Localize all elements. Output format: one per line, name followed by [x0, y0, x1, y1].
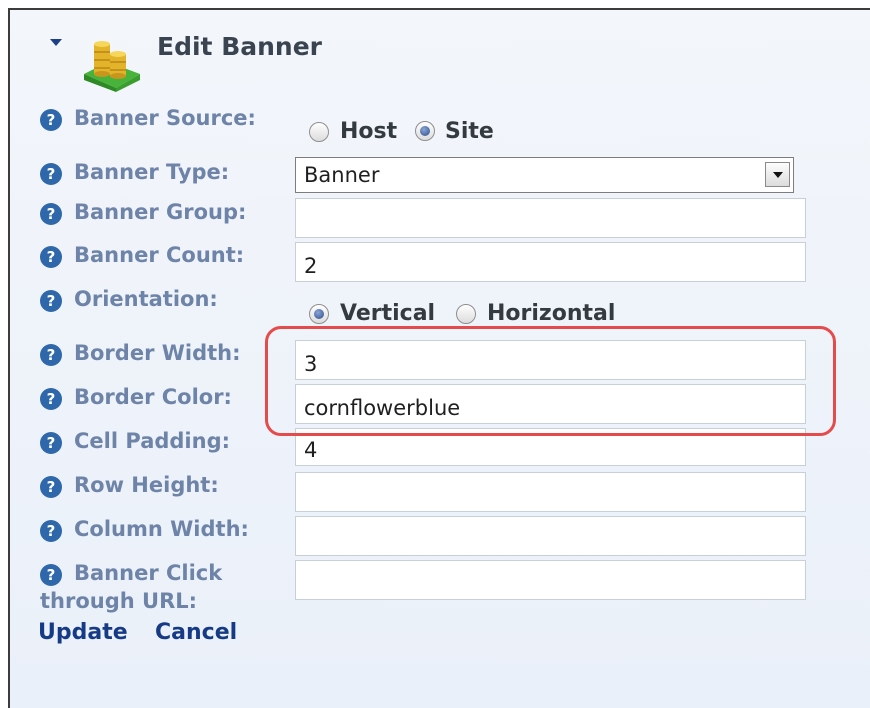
- click-url-input[interactable]: [295, 560, 806, 600]
- banner-count-label: Banner Count:: [74, 243, 245, 267]
- collapse-arrow-icon[interactable]: [50, 39, 62, 46]
- row-height-label: Row Height:: [74, 473, 219, 497]
- banner-type-value: Banner: [304, 163, 380, 187]
- border-width-label: Border Width:: [74, 341, 241, 365]
- border-width-input[interactable]: 3: [295, 340, 806, 380]
- orientation-label: Orientation:: [74, 287, 218, 311]
- help-icon[interactable]: ?: [40, 163, 62, 185]
- help-icon[interactable]: ?: [40, 344, 62, 366]
- banner-source-label: Banner Source:: [74, 106, 256, 130]
- border-color-input[interactable]: cornflowerblue: [295, 384, 806, 424]
- help-icon[interactable]: ?: [40, 476, 62, 498]
- click-url-label-line2: through URL:: [40, 589, 198, 613]
- banner-group-input[interactable]: [295, 198, 806, 238]
- banner-count-input[interactable]: 2: [295, 242, 806, 282]
- help-icon[interactable]: ?: [40, 290, 62, 312]
- radio-host[interactable]: [309, 122, 329, 142]
- banner-type-select[interactable]: Banner: [295, 157, 794, 193]
- radio-horizontal-label: Horizontal: [487, 301, 616, 326]
- click-url-label-line1: Banner Click: [74, 561, 223, 585]
- banner-group-label: Banner Group:: [74, 200, 247, 224]
- help-icon[interactable]: ?: [40, 388, 62, 410]
- radio-horizontal[interactable]: [456, 304, 476, 324]
- cell-padding-input[interactable]: 4: [295, 428, 806, 466]
- radio-vertical-label: Vertical: [340, 301, 436, 326]
- cancel-link[interactable]: Cancel: [155, 620, 237, 645]
- radio-host-label: Host: [340, 119, 398, 144]
- coins-stack-icon: [84, 41, 140, 92]
- radio-site[interactable]: [415, 121, 435, 141]
- help-icon[interactable]: ?: [40, 203, 62, 225]
- column-width-label: Column Width:: [74, 517, 249, 541]
- help-icon[interactable]: ?: [40, 564, 62, 586]
- help-icon[interactable]: ?: [40, 520, 62, 542]
- help-icon[interactable]: ?: [40, 432, 62, 454]
- help-icon[interactable]: ?: [40, 246, 62, 268]
- page-title: Edit Banner: [157, 32, 323, 61]
- update-link[interactable]: Update: [38, 620, 128, 645]
- column-width-input[interactable]: [295, 516, 806, 556]
- radio-site-label: Site: [445, 119, 494, 144]
- row-height-input[interactable]: [295, 472, 806, 512]
- radio-vertical[interactable]: [309, 304, 329, 324]
- banner-type-label: Banner Type:: [74, 160, 230, 184]
- chevron-down-icon[interactable]: [765, 162, 790, 187]
- border-color-label: Border Color:: [74, 385, 232, 409]
- cell-padding-label: Cell Padding:: [74, 429, 231, 453]
- help-icon[interactable]: ?: [40, 109, 62, 131]
